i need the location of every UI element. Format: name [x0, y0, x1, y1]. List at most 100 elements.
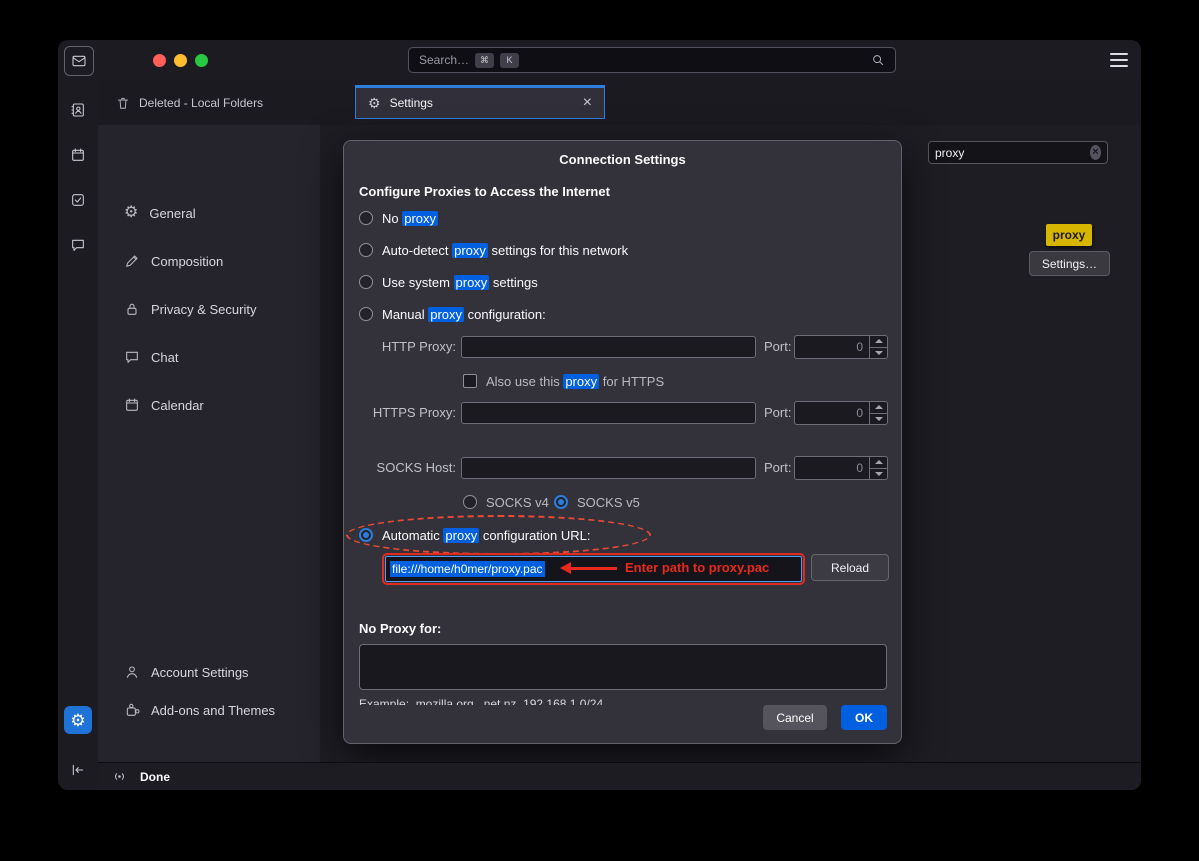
radio-selected-icon[interactable]	[359, 528, 373, 542]
radio-socks-v5[interactable]: SOCKS v5	[554, 493, 640, 511]
gear-icon: ⚙	[368, 96, 381, 110]
tab-bar: Deleted - Local Folders ⚙ Settings ×	[98, 80, 1141, 125]
search-highlight: proxy	[563, 374, 599, 389]
http-port-stepper[interactable]: 0	[794, 335, 888, 359]
socks-host-label: SOCKS Host:	[359, 457, 456, 479]
http-proxy-label: HTTP Proxy:	[359, 336, 456, 358]
radio-icon[interactable]	[359, 275, 373, 289]
tab-settings[interactable]: ⚙ Settings ×	[355, 85, 605, 119]
search-highlight: proxy	[454, 275, 490, 290]
tab-close-icon[interactable]: ×	[583, 95, 592, 111]
background-tab-label: Deleted - Local Folders	[139, 96, 263, 110]
window-minimize-button[interactable]	[174, 54, 187, 67]
collapse-spaces-button[interactable]	[64, 756, 92, 784]
radio-label: Auto-detect proxy settings for this netw…	[382, 243, 628, 258]
chat-space-button[interactable]	[64, 231, 92, 259]
activity-broadcast-icon	[112, 769, 127, 784]
socks-port-stepper[interactable]: 0	[794, 456, 888, 480]
sidebar-item-chat[interactable]: Chat	[124, 343, 178, 371]
spin-down-icon[interactable]	[870, 348, 887, 359]
proxy-settings-button[interactable]: Settings…	[1029, 251, 1110, 276]
sidebar-item-label: Privacy & Security	[151, 302, 256, 317]
radio-selected-icon[interactable]	[554, 495, 568, 509]
checkbox-label: Also use this proxy for HTTPS	[486, 374, 664, 389]
checkbox-use-for-https[interactable]: Also use this proxy for HTTPS	[463, 372, 664, 390]
window-close-button[interactable]	[153, 54, 166, 67]
tab-deleted-local-folders[interactable]: Deleted - Local Folders	[116, 88, 263, 118]
screen: ⚙ Search… ⌘ K	[0, 0, 1199, 861]
socks-host-input[interactable]	[461, 457, 756, 479]
reload-button[interactable]: Reload	[811, 554, 889, 581]
sidebar-item-addons-themes[interactable]: Add-ons and Themes	[124, 696, 275, 724]
port-value: 0	[795, 336, 869, 358]
sidebar-item-calendar[interactable]: Calendar	[124, 391, 204, 419]
lock-icon	[124, 301, 140, 317]
app-menu-button[interactable]	[1110, 53, 1128, 67]
tasks-space-button[interactable]	[64, 186, 92, 214]
https-proxy-input[interactable]	[461, 402, 756, 424]
proxy-section-heading: Configure Proxies to Access the Internet	[359, 184, 610, 199]
ok-button[interactable]: OK	[841, 705, 887, 730]
spinner	[869, 457, 887, 479]
radio-socks-v4[interactable]: SOCKS v4	[463, 493, 549, 511]
active-tab-label: Settings	[390, 96, 433, 110]
sidebar-item-privacy-security[interactable]: Privacy & Security	[124, 295, 256, 323]
https-port-label: Port:	[764, 401, 791, 425]
status-text: Done	[140, 770, 170, 784]
sidebar-item-composition[interactable]: Composition	[124, 247, 223, 275]
unified-toolbar: Search… ⌘ K	[98, 40, 1141, 80]
checkbox-icon[interactable]	[463, 374, 477, 388]
spin-up-icon[interactable]	[870, 402, 887, 414]
spinner	[869, 336, 887, 358]
port-value: 0	[795, 457, 869, 479]
mail-icon	[71, 53, 87, 69]
port-value: 0	[795, 402, 869, 424]
sidebar-item-label: Add-ons and Themes	[151, 703, 275, 718]
radio-label: Automatic proxy configuration URL:	[382, 528, 591, 543]
trash-icon	[116, 96, 130, 110]
cancel-button[interactable]: Cancel	[763, 705, 827, 730]
search-highlight: proxy	[428, 307, 464, 322]
sidebar-item-account-settings[interactable]: Account Settings	[124, 658, 249, 686]
radio-icon[interactable]	[359, 307, 373, 321]
settings-search-input[interactable]	[935, 146, 1090, 160]
calendar-space-button[interactable]	[64, 141, 92, 169]
spin-down-icon[interactable]	[870, 469, 887, 480]
http-port-label: Port:	[764, 335, 791, 359]
settings-space-button[interactable]: ⚙	[64, 706, 92, 734]
address-book-icon	[70, 102, 86, 118]
mail-space-button[interactable]	[64, 46, 94, 76]
settings-page: ⚙ General Composition Privacy & Security	[98, 125, 1141, 762]
global-search-bar[interactable]: Search… ⌘ K	[408, 47, 896, 73]
sidebar-item-label: Composition	[151, 254, 223, 269]
search-highlight-chip: proxy	[1046, 224, 1092, 246]
account-icon	[124, 664, 140, 680]
radio-no-proxy[interactable]: No proxy	[359, 209, 438, 227]
radio-system-proxy[interactable]: Use system proxy settings	[359, 273, 538, 291]
address-book-space-button[interactable]	[64, 96, 92, 124]
clear-search-icon[interactable]: ×	[1090, 145, 1101, 160]
radio-auto-detect-proxy[interactable]: Auto-detect proxy settings for this netw…	[359, 241, 628, 259]
search-placeholder: Search…	[419, 53, 469, 67]
no-proxy-example-text-clipped: Example: .mozilla.org, .net.nz, 192.168.…	[359, 698, 879, 705]
spin-down-icon[interactable]	[870, 414, 887, 425]
calendar-icon	[70, 147, 86, 163]
radio-icon[interactable]	[359, 211, 373, 225]
chat-icon	[124, 349, 140, 365]
window-zoom-button[interactable]	[195, 54, 208, 67]
radio-icon[interactable]	[359, 243, 373, 257]
spin-up-icon[interactable]	[870, 336, 887, 348]
radio-automatic-proxy-url[interactable]: Automatic proxy configuration URL:	[359, 526, 591, 544]
sidebar-item-general[interactable]: ⚙ General	[124, 199, 196, 227]
settings-search-field[interactable]: ×	[928, 141, 1108, 164]
radio-icon[interactable]	[463, 495, 477, 509]
http-proxy-input[interactable]	[461, 336, 756, 358]
addons-icon	[124, 702, 140, 718]
spin-up-icon[interactable]	[870, 457, 887, 469]
search-highlight: proxy	[452, 243, 488, 258]
sidebar-item-label: Account Settings	[151, 665, 249, 680]
no-proxy-for-textarea[interactable]	[359, 644, 887, 690]
radio-manual-proxy[interactable]: Manual proxy configuration:	[359, 305, 546, 323]
https-port-stepper[interactable]: 0	[794, 401, 888, 425]
sidebar-item-label: General	[149, 206, 195, 221]
